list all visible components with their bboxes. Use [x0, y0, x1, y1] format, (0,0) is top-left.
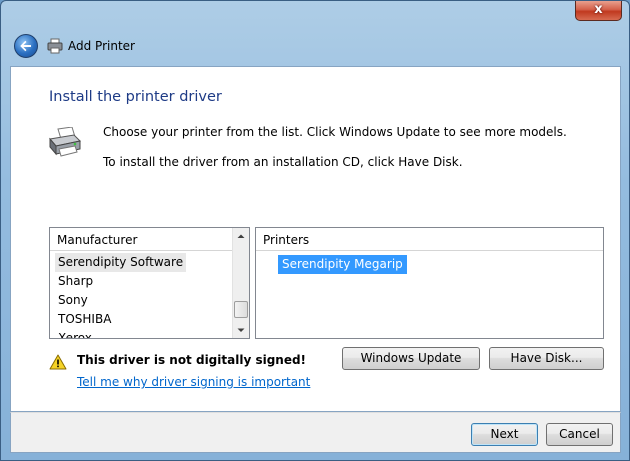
manufacturer-item-serendipity-software[interactable]: Serendipity Software [55, 253, 187, 272]
scroll-up-button[interactable] [233, 228, 249, 244]
manufacturer-item-sony[interactable]: Sony [55, 291, 91, 310]
window-title: Add Printer [68, 39, 135, 53]
windows-update-button[interactable]: Windows Update [342, 347, 480, 370]
next-button[interactable]: Next [471, 423, 538, 446]
back-arrow-icon [20, 40, 31, 52]
content-area: Install the printer driver Choose your p… [10, 66, 621, 412]
manufacturer-scrollbar[interactable] [232, 228, 249, 338]
button-bar: Next Cancel [10, 412, 621, 453]
manufacturer-item-toshiba[interactable]: TOSHIBA [55, 310, 114, 329]
manufacturer-column-header[interactable]: Manufacturer [50, 228, 249, 251]
back-button[interactable] [14, 34, 38, 58]
close-button[interactable]: x [575, 1, 622, 21]
unsigned-driver-warning: This driver is not digitally signed! [77, 353, 307, 367]
driver-signing-link[interactable]: Tell me why driver signing is important [77, 375, 310, 389]
cancel-button[interactable]: Cancel [546, 423, 613, 446]
page-heading: Install the printer driver [49, 89, 222, 105]
printers-list[interactable]: Printers Serendipity Megarip [255, 227, 604, 339]
have-disk-button[interactable]: Have Disk... [489, 347, 604, 370]
warning-icon [49, 354, 67, 370]
printer-icon [47, 38, 63, 54]
chevron-up-icon [237, 234, 245, 238]
scroll-down-button[interactable] [233, 322, 249, 338]
instruction-text: Choose your printer from the list. Click… [103, 125, 567, 139]
close-icon: x [594, 2, 603, 17]
chevron-down-icon [237, 328, 245, 332]
printer-icon [49, 127, 82, 157]
title-bar: Add Printer [9, 31, 409, 63]
scroll-thumb[interactable] [234, 301, 248, 318]
manufacturer-item-xerox[interactable]: Xerox [55, 329, 95, 338]
printers-column-header[interactable]: Printers [256, 228, 603, 251]
manufacturer-item-sharp[interactable]: Sharp [55, 272, 96, 291]
manufacturer-list[interactable]: Manufacturer Serendipity Software Sharp … [49, 227, 250, 339]
add-printer-window: x Add Printer Install the printer driver… [0, 0, 630, 461]
instruction-text-cd: To install the driver from an installati… [103, 155, 463, 169]
printer-item-serendipity-megarip[interactable]: Serendipity Megarip [278, 255, 407, 274]
